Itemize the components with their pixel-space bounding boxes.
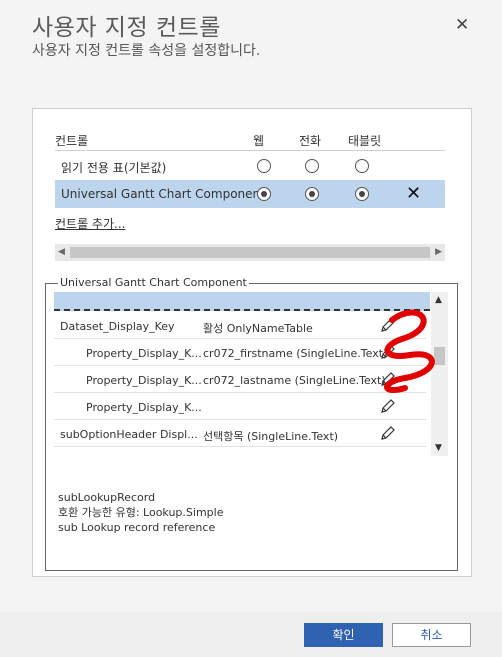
phone-radio[interactable] — [305, 159, 319, 173]
pencil-icon[interactable] — [380, 371, 396, 390]
property-key: Property_Display_K... — [86, 401, 202, 414]
pencil-icon[interactable] — [380, 398, 396, 417]
scrollbar-thumb[interactable] — [434, 347, 445, 365]
property-value: 활성 OnlyNameTable — [203, 322, 313, 335]
property-row-partial[interactable] — [54, 447, 426, 456]
properties-fieldset: Universal Gantt Chart Component Dataset_… — [45, 276, 458, 571]
property-key: Dataset_Display_Key — [60, 320, 175, 333]
control-name: Universal Gantt Chart Component — [61, 187, 265, 201]
property-row[interactable]: Dataset_Display_Key 활성 OnlyNameTable — [54, 312, 426, 339]
dialog-footer: 확인 취소 — [0, 612, 502, 657]
close-icon[interactable]: ✕ — [455, 15, 469, 35]
selected-property-row[interactable] — [54, 292, 430, 311]
property-key: subOptionHeader Displ... — [60, 428, 198, 441]
scroll-right-icon[interactable]: ▶ — [435, 247, 442, 257]
dialog-title: 사용자 지정 컨트롤 — [32, 15, 221, 41]
ok-button[interactable]: 확인 — [304, 623, 383, 647]
property-key: Property_Display_K... — [86, 374, 202, 387]
web-radio[interactable] — [257, 159, 271, 173]
web-radio-selected[interactable] — [257, 187, 271, 201]
phone-radio-selected[interactable] — [305, 187, 319, 201]
property-value: cr072_firstname (SingleLine.Text) — [203, 347, 388, 360]
property-value: cr072_lastname (SingleLine.Text) — [203, 374, 386, 387]
scroll-left-icon[interactable]: ◀ — [58, 247, 65, 257]
vertical-scrollbar[interactable]: ▲ ▼ — [431, 292, 448, 456]
control-name: 읽기 전용 표(기본값) — [61, 161, 167, 175]
horizontal-scrollbar[interactable]: ◀ ▶ — [55, 244, 445, 261]
property-row[interactable]: Property_Display_K... — [54, 393, 426, 420]
property-row[interactable]: Property_Display_K... cr072_firstname (S… — [54, 339, 426, 366]
info-line: sub Lookup record reference — [58, 521, 216, 534]
property-row[interactable]: Property_Display_K... cr072_lastname (Si… — [54, 366, 426, 393]
tablet-radio[interactable] — [355, 159, 369, 173]
properties-list: Dataset_Display_Key 활성 OnlyNameTable Pro… — [52, 292, 432, 456]
remove-control-icon[interactable]: ✕ — [406, 183, 421, 204]
header-control: 컨트롤 — [55, 134, 89, 148]
scroll-down-icon[interactable]: ▼ — [435, 443, 442, 453]
dialog-subtitle: 사용자 지정 컨트롤 속성을 설정합니다. — [32, 43, 261, 59]
add-control-link[interactable]: 컨트롤 추가... — [55, 215, 125, 232]
header-phone: 전화 — [299, 134, 322, 148]
header-tablet: 태블릿 — [348, 134, 382, 148]
pencil-icon[interactable] — [380, 317, 396, 336]
control-row-readonly-grid[interactable]: 읽기 전용 표(기본값) — [55, 152, 445, 180]
pencil-icon[interactable] — [380, 344, 396, 363]
controls-table-header: 컨트롤 웹 전화 태블릿 — [55, 129, 445, 151]
property-value: 선택항목 (SingleLine.Text) — [203, 430, 339, 443]
info-line: subLookupRecord — [58, 491, 156, 504]
control-row-gantt[interactable]: Universal Gantt Chart Component ✕ — [55, 180, 445, 208]
scroll-up-icon[interactable]: ▲ — [435, 295, 442, 305]
info-line: 호환 가능한 유형: Lookup.Simple — [58, 506, 224, 519]
scrollbar-thumb[interactable] — [70, 247, 430, 258]
properties-legend: Universal Gantt Chart Component — [58, 276, 249, 289]
dialog-content-panel: 컨트롤 웹 전화 태블릿 읽기 전용 표(기본값) Universal Gant… — [32, 108, 472, 577]
property-row[interactable]: subOptionHeader Displ... 선택항목 (SingleLin… — [54, 420, 426, 447]
cancel-button[interactable]: 취소 — [392, 623, 471, 647]
pencil-icon[interactable] — [380, 425, 396, 444]
property-key: Property_Display_K... — [86, 347, 202, 360]
header-web: 웹 — [253, 134, 265, 148]
property-info: subLookupRecord 호환 가능한 유형: Lookup.Simple… — [58, 490, 223, 535]
tablet-radio-selected[interactable] — [355, 187, 369, 201]
